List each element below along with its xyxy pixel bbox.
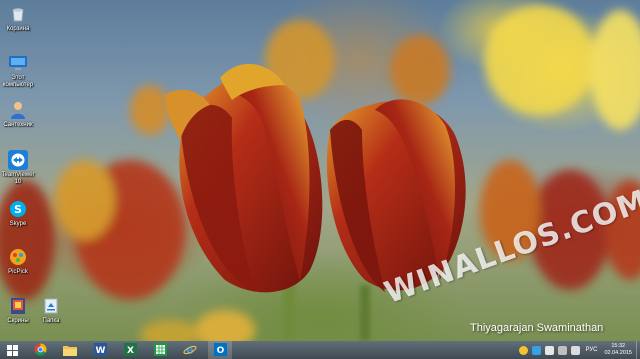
desktop-icon-teamviewer[interactable]: TeamViewer 10 xyxy=(0,150,36,186)
desktop-icon-label: Этот компьютер xyxy=(2,75,34,88)
taskbar-ie-button[interactable]: e xyxy=(178,341,202,359)
desktop-icon-label: Skype xyxy=(9,221,27,227)
skype-icon: S xyxy=(8,199,28,219)
outlook-icon: O xyxy=(213,341,227,359)
desktop-icon-user-folder[interactable]: Сантехник xyxy=(0,100,36,129)
folder-icon xyxy=(63,341,77,359)
screenshots-icon xyxy=(8,296,28,316)
teamviewer-icon xyxy=(8,150,28,170)
taskbar-chrome-button[interactable] xyxy=(28,341,52,359)
svg-text:S: S xyxy=(14,203,22,216)
tulip-illustration xyxy=(0,5,640,341)
picpick-icon xyxy=(8,247,28,267)
taskbar: W X e O РУС 15:32 02.04.2015 xyxy=(0,341,640,359)
battery-icon[interactable] xyxy=(558,345,568,355)
start-button[interactable] xyxy=(0,341,24,359)
desktop-icon-folder[interactable]: Папка xyxy=(33,296,69,325)
desktop-icon-skype[interactable]: S Skype xyxy=(0,199,36,228)
chrome-icon xyxy=(33,341,47,359)
desktop-wallpaper: WINALLOS.COM Thiyagarajan Swaminathan xyxy=(0,0,640,341)
desktop-icon-this-pc[interactable]: Этот компьютер xyxy=(0,53,36,89)
svg-text:e: e xyxy=(186,343,194,356)
word-icon: W xyxy=(93,341,107,359)
desktop-icon-label: PicPick xyxy=(8,269,28,275)
taskbar-explorer-button[interactable] xyxy=(58,341,82,359)
recycle-bin-icon xyxy=(8,4,28,24)
user-folder-icon xyxy=(8,100,28,120)
taskbar-excel-button[interactable]: X xyxy=(118,341,142,359)
desktop-icon-label: Сантехник xyxy=(3,122,33,128)
desktop-icon-label: Корзина xyxy=(6,26,30,32)
desktop-icon-screenshots[interactable]: Скрины xyxy=(0,296,36,325)
system-tray: РУС 15:32 02.04.2015 xyxy=(517,341,640,359)
volume-icon[interactable] xyxy=(571,345,581,355)
svg-text:W: W xyxy=(95,346,105,356)
svg-text:O: O xyxy=(216,346,224,356)
windows-logo-icon xyxy=(6,341,18,359)
notification-icon[interactable] xyxy=(519,345,529,355)
taskbar-word-button[interactable]: W xyxy=(88,341,112,359)
excel-icon: X xyxy=(123,341,137,359)
clock-time: 15:32 xyxy=(611,343,626,349)
photo-credit: Thiyagarajan Swaminathan xyxy=(470,322,604,334)
network-icon[interactable] xyxy=(532,345,542,355)
desktop-icon-picpick[interactable]: PicPick xyxy=(0,247,36,276)
ie-icon: e xyxy=(183,341,197,359)
desktop-icon-label: Папка xyxy=(42,318,60,324)
desktop-icon-label: TeamViewer 10 xyxy=(1,172,35,185)
taskbar-spreadsheet-button[interactable] xyxy=(148,341,172,359)
language-indicator[interactable]: РУС xyxy=(585,347,597,353)
desktop-icon-label: Скрины xyxy=(7,318,29,324)
flag-icon[interactable] xyxy=(545,345,555,355)
folder-icon xyxy=(41,296,61,316)
taskbar-outlook-button[interactable]: O xyxy=(208,341,232,359)
this-pc-icon xyxy=(8,53,28,73)
calc-icon xyxy=(153,341,167,359)
svg-text:X: X xyxy=(127,346,134,356)
clock[interactable]: 15:32 02.04.2015 xyxy=(604,343,632,357)
show-desktop-button[interactable] xyxy=(636,341,640,359)
clock-date: 02.04.2015 xyxy=(604,350,632,356)
desktop-icon-recycle-bin[interactable]: Корзина xyxy=(0,4,36,33)
